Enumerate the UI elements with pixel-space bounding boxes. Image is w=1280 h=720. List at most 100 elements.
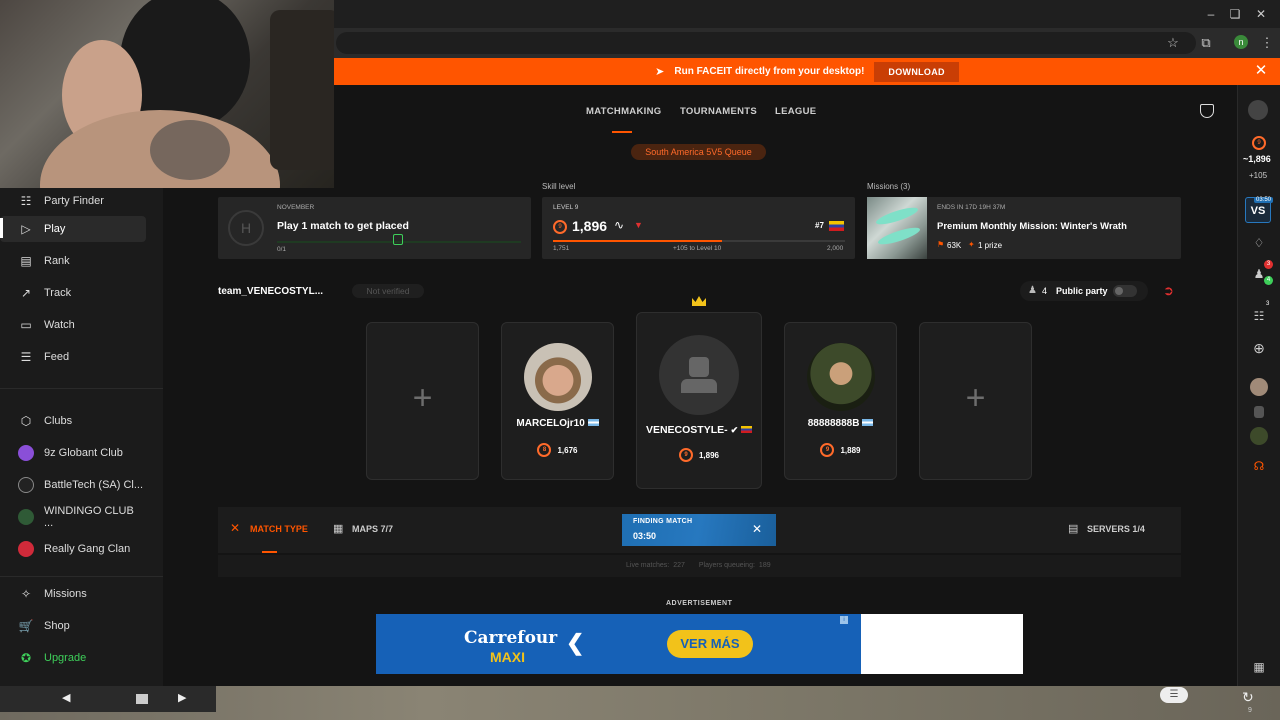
party-member-card[interactable]: MARCELOjr10 8 1,676 [501,322,614,480]
faceit-brand-icon[interactable]: ▦ [1249,660,1269,674]
invite-slot[interactable]: + [366,322,479,480]
shop-icon: 🛒 [18,619,34,633]
sidebar-item-watch[interactable]: ▭ Watch [0,312,146,338]
tab-league[interactable]: LEAGUE [775,106,816,117]
club-logo-icon [18,445,34,461]
club-logo-icon [18,541,34,557]
support-headset-icon[interactable]: ☊ [1249,459,1269,473]
watch-icon: ▭ [20,318,32,332]
sidebar-item-shop[interactable]: 🛒 Shop [0,613,146,639]
member-elo: 1,896 [698,450,720,460]
sidebar-item-play[interactable]: ▷ Play [0,216,146,242]
servers-button[interactable]: SERVERS 1/4 [1087,524,1145,534]
bookmark-star-icon[interactable]: ☆ [1164,34,1182,52]
friends-requests-badge: 3 [1264,260,1273,269]
history-icon[interactable]: ↻ [1242,689,1254,706]
public-party-toggle[interactable] [1113,285,1137,297]
restore-icon[interactable]: ❏ [1224,6,1246,22]
download-button[interactable]: DOWNLOAD [874,61,959,82]
ad-info-icon[interactable]: i [840,616,848,624]
queue-stats: Live matches: 227 Players queueing: 189 [626,562,771,569]
match-type-button[interactable]: MATCH TYPE [250,524,308,534]
ladder-month: NOVEMBER [277,204,315,211]
sidebar-item-party-finder[interactable]: ☷ Party Finder [0,188,146,214]
horizontal-scrollbar[interactable]: ◀ ▶ [0,686,216,712]
friend-avatar[interactable] [1250,378,1268,396]
venezuela-flag-icon [741,426,753,433]
member-name: 88888888B [807,418,860,429]
scroll-thumb[interactable] [136,694,148,704]
profile-avatar[interactable]: n [1234,35,1248,49]
missions-card[interactable]: ENDS IN 17D 19H 37M Premium Monthly Miss… [867,197,1181,259]
carrefour-ad[interactable]: Carrefour MAXI ❮ VER MÁS i [376,614,861,674]
member-elo: 1,889 [840,445,861,455]
chat-icon[interactable]: ☰ [1160,687,1188,703]
address-bar[interactable] [336,32,1196,54]
friend-avatar[interactable] [1254,406,1264,418]
history-count: 9 [1248,707,1252,714]
sidebar-item-label: Play [44,223,66,235]
ad-cta-button[interactable]: VER MÁS [667,630,753,658]
avatar [659,335,739,415]
minimize-icon[interactable]: – [1200,6,1222,22]
member-name-row: 88888888B [785,418,896,429]
sidebar-club-really-gang[interactable]: Really Gang Clan [0,536,146,562]
rail-queue-timer: 03:50 [1254,197,1274,203]
desktop-promo-banner: ➤ Run FACEIT directly from your desktop!… [334,58,1280,85]
rail-elo: ~1,896 [1243,154,1271,164]
skill-level-card[interactable]: LEVEL 9 9 1,896 ∿ ▼ #7 1,751 +105 to Lev… [542,197,855,259]
add-icon[interactable]: ⊕ [1249,340,1269,357]
sidebar-item-feed[interactable]: ☰ Feed [0,344,146,370]
close-window-icon[interactable]: ✕ [1250,6,1272,22]
notifications-bell-icon[interactable]: ♢ [1249,236,1269,250]
sidebar-club-windingo[interactable]: WINDINGO CLUB ... [0,504,146,530]
avatar [807,343,875,411]
monthly-ladder-card[interactable]: H NOVEMBER Play 1 match to get placed 0/… [218,197,531,259]
cancel-search-icon[interactable]: ✕ [752,522,762,536]
sidebar-item-upgrade[interactable]: ✪ Upgrade [0,645,146,671]
member-name: MARCELOjr10 [516,418,585,429]
sidebar-divider [0,576,163,577]
venezuela-flag-icon [829,221,844,231]
user-avatar[interactable] [1248,100,1268,120]
leave-party-icon[interactable]: ➲ [1163,283,1174,299]
party-count-badge: 3 [1266,301,1270,307]
maps-button[interactable]: MAPS 7/7 [352,524,393,534]
sidebar-club-9z[interactable]: 9z Globant Club [0,440,146,466]
lock-icon [393,234,403,245]
friend-avatar[interactable] [1250,427,1268,445]
invite-slot[interactable]: + [919,322,1032,480]
verified-icon: ✔ [730,425,739,435]
live-matches-value: 227 [673,562,685,569]
finding-match-panel: FINDING MATCH 03:50 ✕ [622,514,776,546]
tab-matchmaking[interactable]: MATCHMAKING [586,106,661,117]
party-member-card[interactable]: VENECOSTYLE- ✔ 9 1,896 [636,312,762,489]
sidebar-item-track[interactable]: ↗ Track [0,280,146,306]
sidebar-item-missions[interactable]: ✧ Missions [0,581,146,607]
verification-badge[interactable]: Not verified [352,284,424,298]
sidebar-club-battletech[interactable]: BattleTech (SA) Cl... [0,472,146,498]
sidebar-item-label: Upgrade [44,652,87,664]
member-name-row: VENECOSTYLE- ✔ [637,424,761,436]
sidebar-item-clubs[interactable]: ⬡ Clubs [0,408,146,434]
scroll-left-icon[interactable]: ◀ [62,691,70,704]
browser-menu-icon[interactable]: ⋮ [1258,34,1276,52]
extensions-icon[interactable]: ⧉ [1197,34,1215,52]
tab-tournaments[interactable]: TOURNAMENTS [680,106,757,117]
party-icon[interactable]: ☷ [1249,309,1269,323]
anticheat-shield-icon[interactable] [1200,104,1214,118]
ladder-progress-text: 0/1 [277,246,287,253]
rail-level-icon: 9 [1252,136,1266,150]
party-member-card[interactable]: 88888888B 9 1,889 [784,322,897,480]
club-label: BattleTech (SA) Cl... [44,479,144,491]
team-name[interactable]: team_VENECOSTYL... [218,286,323,297]
clubs-icon: ⬡ [20,414,32,428]
ad-brand: Carrefour [464,628,558,648]
sidebar-item-rank[interactable]: ▤ Rank [0,248,146,274]
scroll-right-icon[interactable]: ▶ [178,691,186,704]
close-promo-icon[interactable]: ✕ [1254,63,1268,78]
feed-icon: ☰ [20,350,32,364]
queue-selector[interactable]: South America 5V5 Queue [631,144,766,160]
ladder-icon: H [228,210,264,246]
sidebar-item-label: Party Finder [44,195,104,207]
